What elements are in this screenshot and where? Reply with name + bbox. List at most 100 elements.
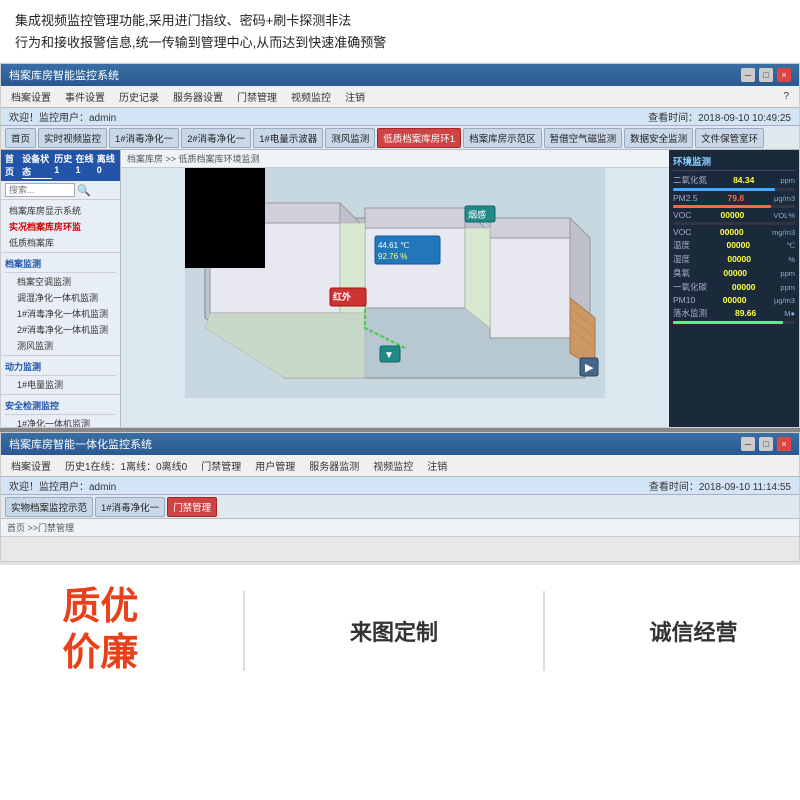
menu-item-users-b[interactable]: 用户管理 bbox=[249, 457, 301, 474]
sidebar-item-ac[interactable]: 档案空调监测 bbox=[5, 273, 116, 289]
menu-item-config-b[interactable]: 档案设置 bbox=[5, 457, 57, 474]
sidebar-search-input[interactable] bbox=[5, 183, 75, 197]
floor-plan-svg: 44.61 ℃ 92.76 % 红外 烟感 ▼ ▶ bbox=[121, 168, 669, 398]
sidebar-tab-devices[interactable]: 设备状态 bbox=[22, 152, 52, 179]
env-unit-co2: ppm bbox=[780, 176, 795, 185]
sidebar-item-lowquality[interactable]: 低质档案库 bbox=[5, 234, 116, 250]
menu-item-status-b[interactable]: 历史1在线：1离线：0离线0 bbox=[59, 457, 193, 474]
env-bar-fill-co2 bbox=[673, 188, 775, 191]
menu-item-event[interactable]: 事件设置 bbox=[59, 88, 111, 105]
menu-item-logout-b[interactable]: 注销 bbox=[421, 457, 453, 474]
svg-text:92.76 %: 92.76 % bbox=[378, 252, 407, 261]
env-label-voc1: VOC bbox=[673, 210, 691, 220]
nav-tab-disinfect2[interactable]: 2#消毒净化一 bbox=[181, 128, 251, 148]
sidebar-item-disinfect1[interactable]: 1#消毒净化一体机监测 bbox=[5, 305, 116, 321]
menu-item-video-b[interactable]: 视频监控 bbox=[367, 457, 419, 474]
svg-text:44.61 ℃: 44.61 ℃ bbox=[378, 241, 409, 250]
env-value-pm10: 00000 bbox=[723, 295, 747, 305]
menu-item-config[interactable]: 档案设置 bbox=[5, 88, 57, 105]
promo-middle: 来图定制 bbox=[350, 615, 438, 647]
nav-tab-archive-demo[interactable]: 档案库房示范区 bbox=[463, 128, 542, 148]
nav-tab-home[interactable]: 首页 bbox=[5, 128, 36, 148]
sidebar-tab-home[interactable]: 首页 bbox=[5, 152, 20, 179]
maximize-button-bottom[interactable]: □ bbox=[759, 437, 773, 451]
app-breadcrumb: 档案库房 >> 低质档案库环境监测 bbox=[121, 150, 669, 168]
minimize-button[interactable]: － bbox=[741, 68, 755, 82]
close-button-bottom[interactable]: × bbox=[777, 437, 791, 451]
minimize-button-bottom[interactable]: － bbox=[741, 437, 755, 451]
menu-item-logout[interactable]: 注销 bbox=[339, 88, 371, 105]
sidebar-item-disinfect2[interactable]: 2#消毒净化一体机监测 bbox=[5, 321, 116, 337]
sidebar-section-title-security: 安全检测监控 bbox=[5, 397, 116, 415]
menu-item-history[interactable]: 历史记录 bbox=[113, 88, 165, 105]
env-label-co: 一氧化碳 bbox=[673, 281, 707, 293]
svg-text:烟感: 烟感 bbox=[468, 209, 486, 220]
datetime-text-bottom: 查看时间：2018-09-10 11:14:55 bbox=[649, 478, 791, 493]
app-navtabs-top: 首页 实时视频监控 1#消毒净化一 2#消毒净化一 1#电量示波器 测风监测 低… bbox=[1, 126, 799, 150]
sidebar-section-title-monitor: 档案监测 bbox=[5, 255, 116, 273]
menu-item-server-b[interactable]: 服务器监测 bbox=[303, 457, 365, 474]
app-sidebar: 首页 设备状态 历史1 在线1 离线0 🔍 档案库房显示系统 实况档案库房环监 … bbox=[1, 150, 121, 428]
env-row-temp: 温度 00000 ℃ bbox=[673, 239, 795, 251]
promo-integrity: 诚信经营 bbox=[650, 615, 738, 647]
sidebar-item-wind[interactable]: 测风监测 bbox=[5, 337, 116, 353]
sidebar-item-realtime[interactable]: 实况档案库房环监 bbox=[5, 218, 116, 234]
sidebar-tab-offline[interactable]: 离线0 bbox=[97, 152, 116, 179]
app-menubar-bottom: 档案设置 历史1在线：1离线：0离线0 门禁管理 用户管理 服务器监测 视频监控… bbox=[1, 455, 799, 477]
nav-tab-air[interactable]: 暂借空气磁监测 bbox=[544, 128, 623, 148]
app-infobar-bottom: 欢迎！监控用户：admin 查看时间：2018-09-10 11:14:55 bbox=[1, 477, 799, 495]
sidebar-item-display-system[interactable]: 档案库房显示系统 bbox=[5, 202, 116, 218]
promo-text-quality: 质优 bbox=[62, 585, 138, 631]
nav-tab-access-control[interactable]: 门禁管理 bbox=[167, 497, 217, 517]
sidebar-item-humidity[interactable]: 调湿净化一体机监测 bbox=[5, 289, 116, 305]
svg-text:▶: ▶ bbox=[585, 362, 594, 374]
env-row-ozone: 臭氧 00000 ppm bbox=[673, 267, 795, 279]
menu-item-help[interactable]: ? bbox=[777, 90, 795, 103]
promo-text-price: 价廉 bbox=[62, 631, 138, 677]
nav-tab-disinfect1[interactable]: 1#消毒净化一 bbox=[109, 128, 179, 148]
nav-tab-disinfect-b[interactable]: 1#消毒净化一 bbox=[95, 497, 165, 517]
env-unit-co: ppm bbox=[780, 283, 795, 292]
menu-item-access-b[interactable]: 门禁管理 bbox=[195, 457, 247, 474]
promo-left: 质优 价廉 bbox=[62, 585, 138, 676]
nav-tab-archive-env[interactable]: 低质档案库房环1 bbox=[377, 128, 461, 148]
app-navtabs-bottom: 实物档案监控示范 1#消毒净化一 门禁管理 bbox=[1, 495, 799, 519]
app-breadcrumb-bottom: 首页 >>门禁管理 bbox=[1, 519, 799, 537]
nav-tab-wind[interactable]: 测风监测 bbox=[325, 128, 375, 148]
app-titlebar-top: 档案库房智能监控系统 － □ × bbox=[1, 64, 799, 86]
sidebar-tab-online[interactable]: 在线1 bbox=[75, 152, 94, 179]
nav-tab-power[interactable]: 1#电量示波器 bbox=[253, 128, 323, 148]
env-bar-water bbox=[673, 321, 795, 324]
nav-tab-physical[interactable]: 实物档案监控示范 bbox=[5, 497, 93, 517]
nav-tab-file[interactable]: 文件保管室环 bbox=[695, 128, 764, 148]
promo-right: 诚信经营 bbox=[650, 615, 738, 647]
datetime-text: 查看时间：2018-09-10 10:49:25 bbox=[648, 109, 791, 124]
sidebar-section-security: 安全检测监控 1#净化一体机监测 bbox=[1, 395, 120, 428]
env-unit-voc2: mg/m3 bbox=[772, 228, 795, 237]
env-label-pm10: PM10 bbox=[673, 295, 695, 305]
env-row-co2: 二氧化氮 84.34 ppm bbox=[673, 174, 795, 186]
env-row-voc2: VOC 00000 mg/m3 bbox=[673, 227, 795, 237]
env-row-voc1: VOC 00000 VOL% bbox=[673, 210, 795, 220]
sidebar-item-electricity[interactable]: 1#电量监测 bbox=[5, 376, 116, 392]
menu-item-server[interactable]: 服务器设置 bbox=[167, 88, 229, 105]
env-value-hum: 00000 bbox=[727, 254, 751, 264]
env-row-pm25: PM2.5 79.8 μg/m3 bbox=[673, 193, 795, 203]
menu-item-access[interactable]: 门禁管理 bbox=[231, 88, 283, 105]
menu-item-video[interactable]: 视频监控 bbox=[285, 88, 337, 105]
env-label-temp: 温度 bbox=[673, 239, 690, 251]
env-row-hum: 湿度 00000 % bbox=[673, 253, 795, 265]
nav-tab-video[interactable]: 实时视频监控 bbox=[38, 128, 107, 148]
close-button[interactable]: × bbox=[777, 68, 791, 82]
svg-text:▼: ▼ bbox=[384, 350, 394, 361]
app-center-view: 档案库房 >> 低质档案库环境监测 bbox=[121, 150, 669, 428]
env-label-voc2: VOC bbox=[673, 227, 691, 237]
sidebar-item-purifier[interactable]: 1#净化一体机监测 bbox=[5, 415, 116, 428]
env-unit-ozone: ppm bbox=[780, 269, 795, 278]
sidebar-search-icon[interactable]: 🔍 bbox=[77, 184, 91, 197]
intro-line1: 集成视频监控管理功能,采用进门指纹、密码+刷卡探测非法 bbox=[15, 10, 785, 32]
maximize-button[interactable]: □ bbox=[759, 68, 773, 82]
env-panel-title: 环境监测 bbox=[673, 154, 795, 171]
sidebar-tab-alarm[interactable]: 历史1 bbox=[54, 152, 73, 179]
nav-tab-data[interactable]: 数据安全监测 bbox=[624, 128, 693, 148]
